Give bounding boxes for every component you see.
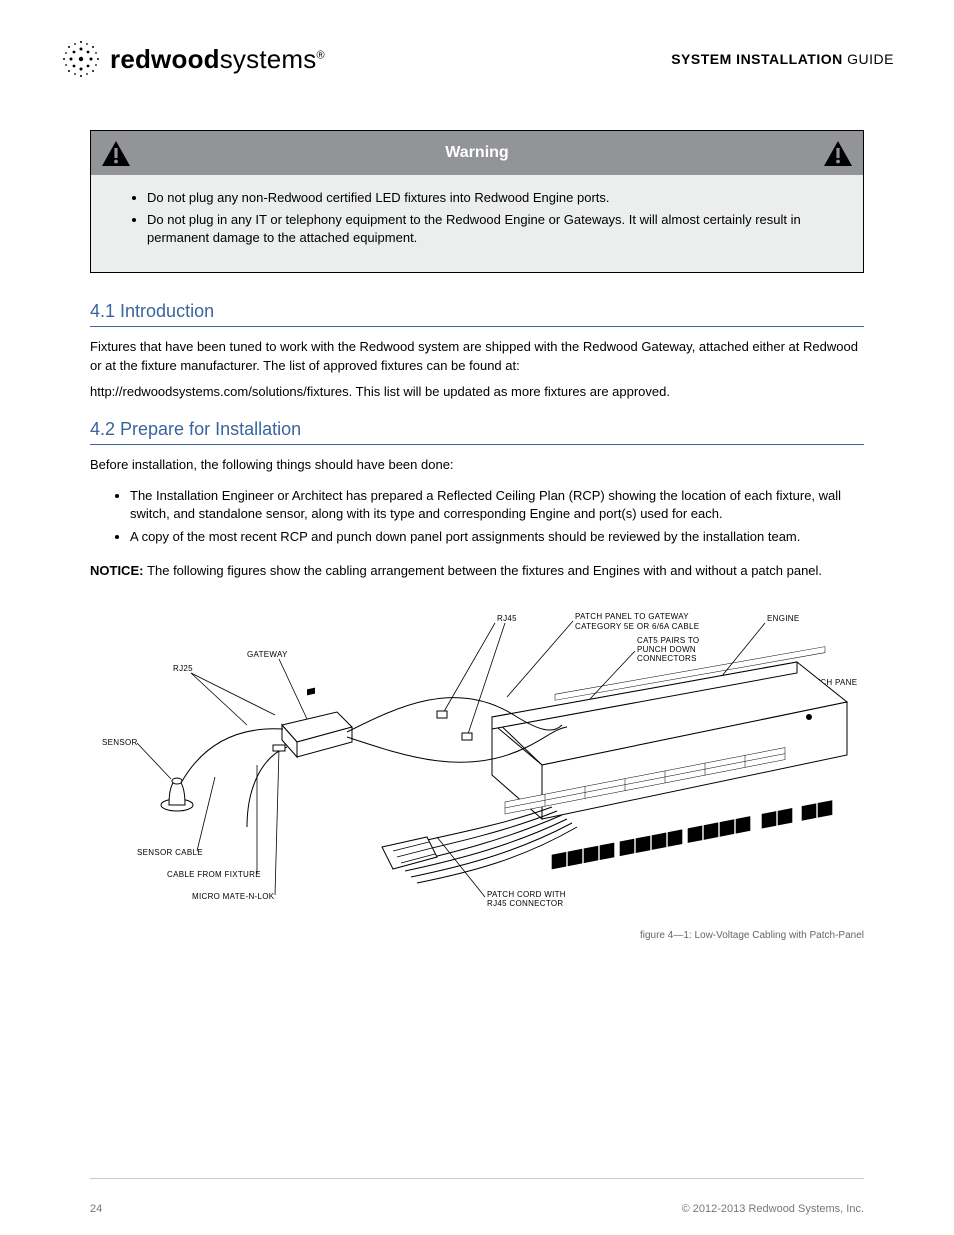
notice-paragraph: NOTICE: The following figures show the c… (90, 561, 864, 581)
warning-item: Do not plug in any IT or telephony equip… (147, 211, 847, 247)
diagram-label-sensor: SENSOR (102, 738, 138, 747)
diagram-container: RJ45 PATCH PANEL TO GATEWAY CATEGORY 5E … (90, 607, 864, 917)
diagram-label-engine: ENGINE (767, 614, 799, 623)
warning-body: Do not plug any non-Redwood certified LE… (91, 175, 863, 272)
prep-paragraph: Before installation, the following thing… (90, 455, 864, 475)
page-number: 24 (90, 1203, 102, 1215)
notice-label: NOTICE: (90, 563, 147, 578)
prep-bullet: A copy of the most recent RCP and punch … (130, 528, 864, 547)
intro-paragraph: Fixtures that have been tuned to work wi… (90, 337, 864, 376)
copyright: © 2012-2013 Redwood Systems, Inc. (682, 1203, 864, 1215)
warning-title: Warning (131, 144, 823, 162)
diagram-label-cat5-3: CONNECTORS (637, 654, 697, 663)
diagram-label-rj25: RJ25 (173, 664, 193, 673)
warning-box: Warning Do not plug any non-Redwood cert… (90, 130, 864, 273)
logo-text-light: systems (220, 44, 317, 74)
logo-text-bold: redwood (110, 44, 220, 74)
section-heading-4-1: 4.1 Introduction (90, 301, 864, 327)
diagram-label-cable-fixture: CABLE FROM FIXTURE (167, 870, 261, 879)
fixture-cable (247, 745, 287, 827)
warning-icon (101, 140, 131, 167)
footer-rule (90, 1178, 864, 1179)
gateway-drawing (282, 687, 352, 756)
figure-caption-wrap: figure 4—1: Low-Voltage Cabling with Pat… (90, 925, 864, 943)
diagram-label-patch-cord-2: RJ45 CONNECTOR (487, 899, 564, 908)
diagram-label-patch-gateway-2: CATEGORY 5E OR 6/6A CABLE (575, 622, 699, 631)
sensor-cable-line (181, 728, 283, 782)
logo-reg: ® (316, 49, 324, 61)
diagram-label-gateway: GATEWAY (247, 650, 288, 659)
figure-caption: figure 4—1: Low-Voltage Cabling with Pat… (640, 930, 864, 941)
diagram-label-cat5-1: CAT5 PAIRS TO (637, 636, 699, 645)
warning-header: Warning (91, 131, 863, 175)
patch-cord-fan (382, 807, 577, 883)
page-header: redwoodsystems® SYSTEM INSTALLATION GUID… (60, 38, 894, 80)
intro-paragraph: http://redwoodsystems.com/solutions/fixt… (90, 382, 864, 402)
prep-bullet: The Installation Engineer or Architect h… (130, 487, 864, 525)
section-4-1-body: Fixtures that have been tuned to work wi… (90, 337, 864, 402)
logo-text: redwoodsystems® (110, 44, 325, 75)
header-title: SYSTEM INSTALLATION GUIDE (671, 51, 894, 67)
diagram-label-sensor-cable: SENSOR CABLE (137, 848, 203, 857)
diagram-label-micro-mate: MICRO MATE-N-LOK (192, 892, 275, 901)
diagram-label-patch-gateway-1: PATCH PANEL TO GATEWAY (575, 612, 689, 621)
notice-text: The following figures show the cabling a… (147, 563, 822, 578)
page-footer: 24 © 2012-2013 Redwood Systems, Inc. (90, 1203, 864, 1215)
diagram-label-rj45: RJ45 (497, 614, 517, 623)
intro-url: http://redwoodsystems.com/solutions/fixt… (90, 384, 349, 399)
section-heading-4-2: 4.2 Prepare for Installation (90, 419, 864, 445)
brand-logo: redwoodsystems® (60, 38, 325, 80)
diagram-label-patch-cord-1: PATCH CORD WITH (487, 890, 566, 899)
diagram-label-cat5-2: PUNCH DOWN (637, 645, 696, 654)
intro-rest: . This list will be updated as more fixt… (349, 384, 670, 399)
section-4-2-body: Before installation, the following thing… (90, 455, 864, 581)
warning-icon (823, 140, 853, 167)
sensor-drawing (161, 778, 193, 811)
header-title-light: GUIDE (843, 51, 894, 67)
header-title-bold: SYSTEM INSTALLATION (671, 51, 843, 67)
warning-item: Do not plug any non-Redwood certified LE… (147, 189, 847, 207)
logo-icon (60, 38, 102, 80)
cabling-diagram: RJ45 PATCH PANEL TO GATEWAY CATEGORY 5E … (97, 607, 857, 917)
